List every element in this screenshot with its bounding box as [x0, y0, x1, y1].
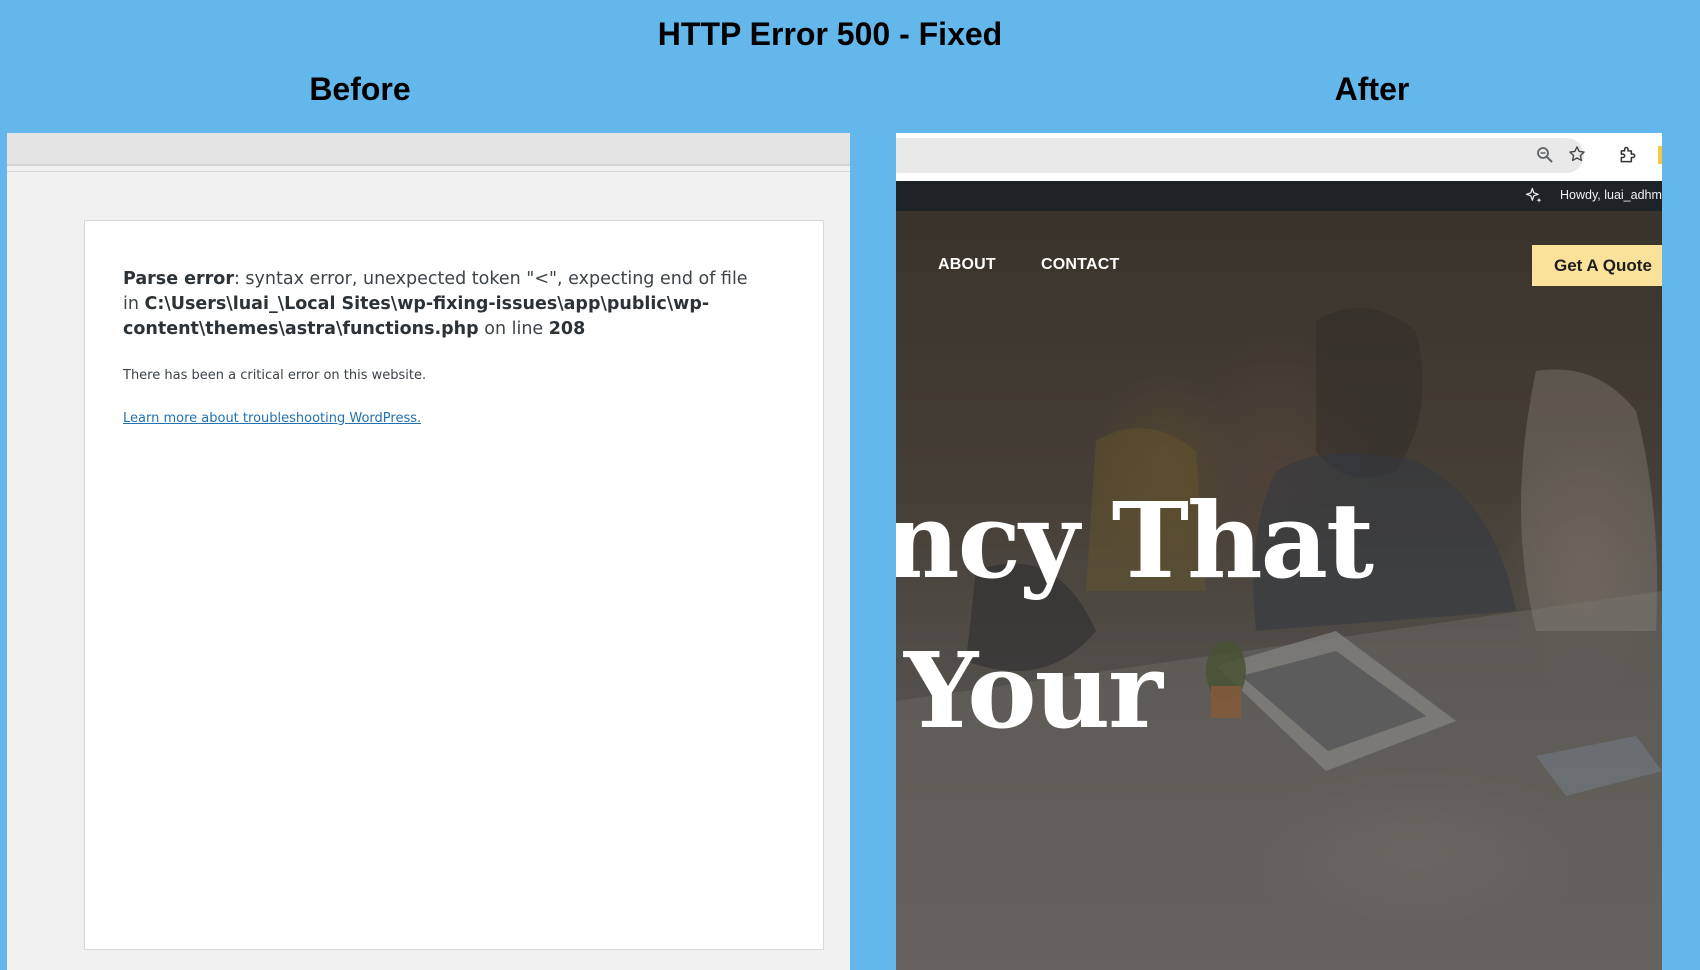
after-label: After: [1334, 71, 1410, 107]
address-bar[interactable]: [896, 138, 1584, 173]
troubleshooting-link[interactable]: Learn more about troubleshooting WordPre…: [123, 411, 421, 426]
error-line-number: 208: [548, 319, 586, 339]
zoom-icon[interactable]: [1536, 146, 1554, 164]
error-card: Parse error: syntax error, unexpected to…: [84, 220, 824, 950]
before-label: Before: [309, 71, 411, 107]
extensions-icon[interactable]: [1618, 145, 1638, 165]
profile-accent: [1658, 146, 1662, 164]
hero-heading-line-2: Your: [904, 629, 1163, 752]
hero-section: ABOUT CONTACT Get A Quote ncy That Your: [896, 211, 1662, 970]
before-screenshot: Parse error: syntax error, unexpected to…: [7, 133, 850, 970]
nav-contact[interactable]: CONTACT: [1041, 256, 1119, 274]
error-label: Parse error: [123, 269, 234, 289]
wp-admin-bar: Howdy, luai_adhma: [896, 181, 1662, 211]
get-a-quote-button[interactable]: Get A Quote: [1532, 245, 1662, 286]
sparkle-icon[interactable]: [1524, 186, 1544, 206]
toolbar-divider: [7, 171, 850, 172]
star-icon[interactable]: [1568, 145, 1586, 163]
browser-toolbar: [7, 133, 850, 166]
critical-error-text: There has been a critical error on this …: [123, 368, 427, 383]
after-screenshot: Howdy, luai_adhma ABOUT CONTACT Get A Qu…: [896, 133, 1662, 970]
parse-error-message: Parse error: syntax error, unexpected to…: [123, 267, 763, 342]
error-file-path: C:\Users\luai_\Local Sites\wp-fixing-iss…: [123, 294, 710, 339]
hero-heading-line-1: ncy That: [896, 479, 1374, 602]
howdy-user[interactable]: Howdy, luai_adhma: [1560, 188, 1662, 202]
page-title: HTTP Error 500 - Fixed: [657, 16, 1003, 52]
browser-toolbar: [896, 133, 1662, 178]
nav-about[interactable]: ABOUT: [938, 256, 996, 274]
on-line-text: on line: [478, 319, 549, 339]
